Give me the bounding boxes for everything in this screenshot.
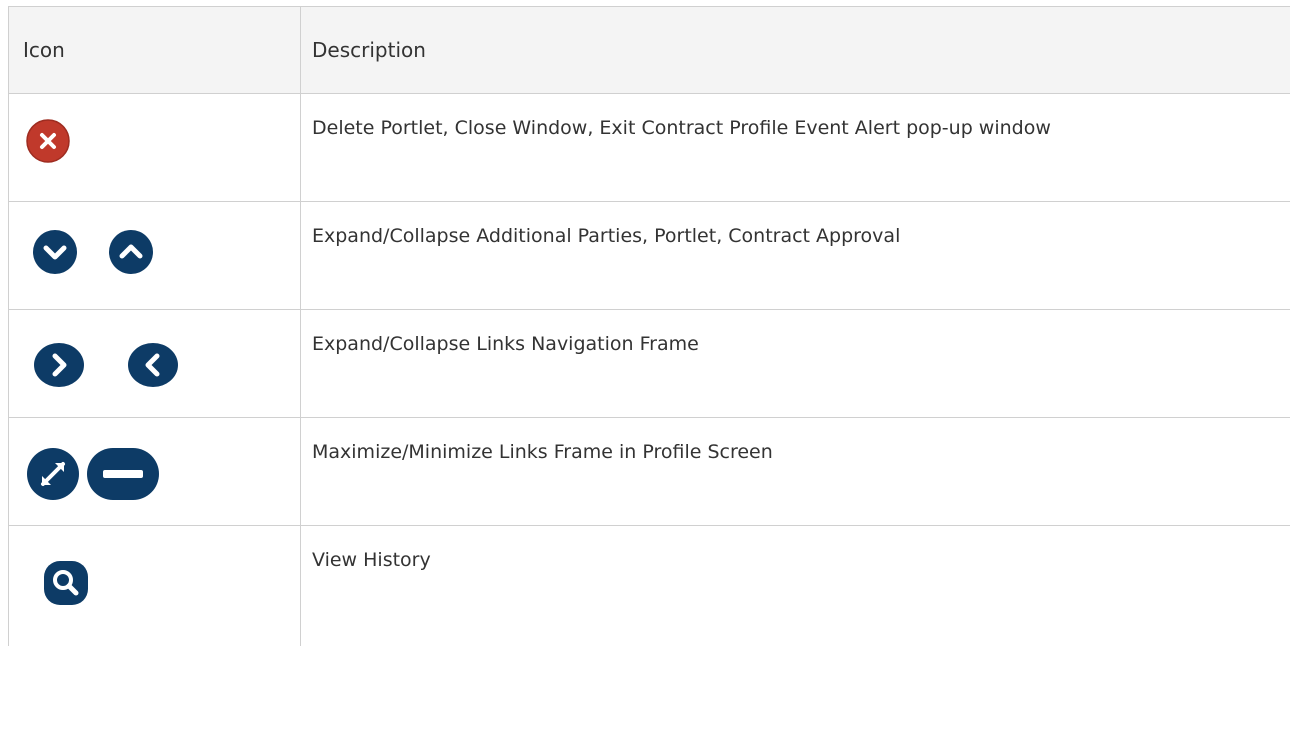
icon-cell: [8, 201, 301, 310]
maximize-icon: [27, 448, 79, 500]
table-row: Delete Portlet, Close Window, Exit Contr…: [8, 93, 1290, 202]
close-icon: [26, 119, 70, 163]
description-header-label: Description: [312, 38, 426, 62]
description-text: Expand/Collapse Links Navigation Frame: [312, 333, 699, 355]
table-row: Maximize/Minimize Links Frame in Profile…: [8, 417, 1290, 526]
description-text: Delete Portlet, Close Window, Exit Contr…: [312, 117, 1051, 139]
icon-header-label: Icon: [23, 38, 65, 62]
icon-cell: [8, 309, 301, 418]
description-cell: Expand/Collapse Additional Parties, Port…: [300, 201, 1290, 310]
description-column-header: Description: [300, 6, 1290, 94]
table-row: View History: [8, 525, 1290, 646]
search-icon: [44, 561, 88, 605]
description-text: View History: [312, 549, 431, 571]
minimize-icon: [87, 448, 159, 500]
chevron-up-icon: [109, 230, 153, 274]
chevron-left-icon: [128, 343, 178, 387]
table-header-row: Icon Description: [8, 6, 1290, 94]
icon-cell: [8, 525, 301, 646]
chevron-right-icon: [34, 343, 84, 387]
description-cell: Maximize/Minimize Links Frame in Profile…: [300, 417, 1290, 526]
description-cell: Delete Portlet, Close Window, Exit Contr…: [300, 93, 1290, 202]
chevron-down-icon: [33, 230, 77, 274]
table-row: Expand/Collapse Additional Parties, Port…: [8, 201, 1290, 310]
icon-description-table: Icon Description Delete Portlet, Close W…: [8, 6, 1290, 646]
description-cell: View History: [300, 525, 1290, 646]
description-cell: Expand/Collapse Links Navigation Frame: [300, 309, 1290, 418]
description-text: Expand/Collapse Additional Parties, Port…: [312, 225, 901, 247]
icon-cell: [8, 93, 301, 202]
icon-column-header: Icon: [8, 6, 301, 94]
icon-cell: [8, 417, 301, 526]
table-row: Expand/Collapse Links Navigation Frame: [8, 309, 1290, 418]
description-text: Maximize/Minimize Links Frame in Profile…: [312, 441, 773, 463]
